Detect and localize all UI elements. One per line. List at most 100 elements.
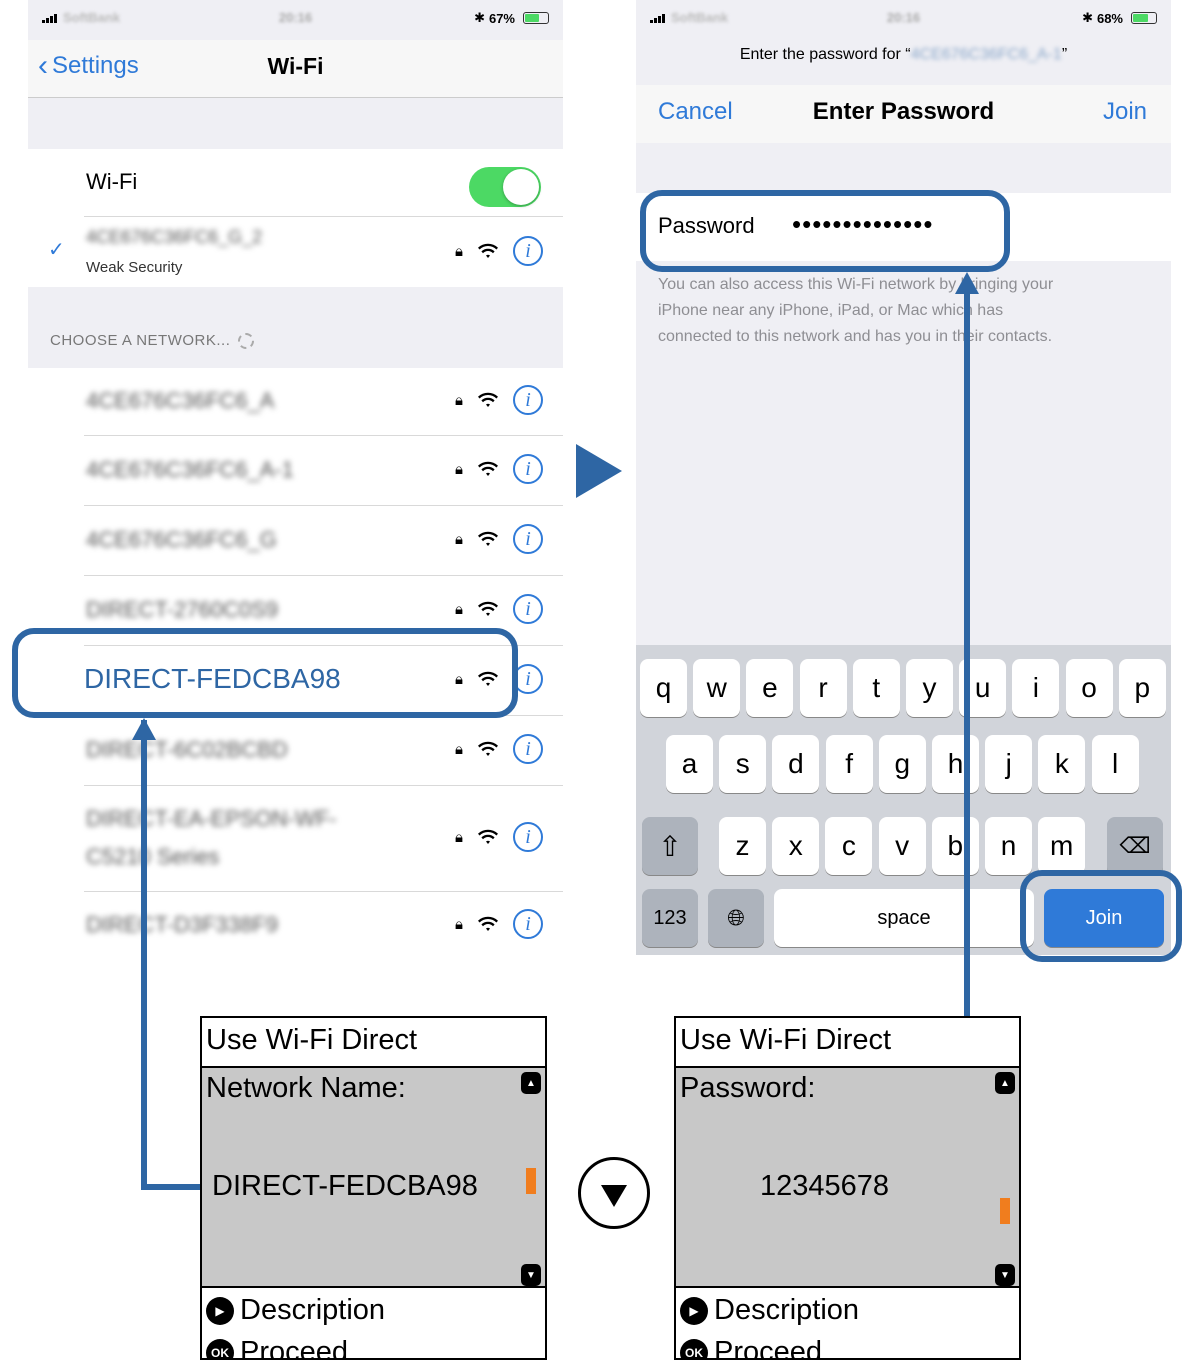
info-icon[interactable]: i <box>513 524 543 554</box>
lock-icon: 🔒︎ <box>455 828 463 846</box>
lock-icon: 🔒︎ <box>455 391 463 409</box>
key-f[interactable]: f <box>825 735 873 793</box>
key-i[interactable]: i <box>1012 659 1060 717</box>
info-icon[interactable]: i <box>513 236 543 266</box>
wifi-signal-icon <box>478 461 498 476</box>
key-s[interactable]: s <box>719 735 767 793</box>
lock-icon: 🔒︎ <box>455 460 463 478</box>
key-k[interactable]: k <box>1038 735 1086 793</box>
network-row-icons: 🔒︎ i <box>455 822 543 852</box>
wifi-signal-icon <box>478 243 498 258</box>
wifi-signal-icon <box>478 531 498 546</box>
key-h[interactable]: h <box>932 735 979 793</box>
key-o[interactable]: o <box>1065 659 1113 717</box>
section-header-text: CHOOSE A NETWORK... <box>50 332 231 349</box>
next-arrow-icon <box>576 444 622 498</box>
status-time: 20:16 <box>886 10 921 25</box>
wifi-signal-icon <box>478 829 498 844</box>
key-n[interactable]: n <box>985 817 1032 875</box>
wifi-toggle-row: Wi-Fi <box>28 149 563 217</box>
key-q[interactable]: q <box>640 659 687 717</box>
key-t[interactable]: t <box>852 659 900 717</box>
key-g[interactable]: g <box>878 735 926 793</box>
network-name: DIRECT-EA-EPSON-WF-C5210 Series <box>86 806 337 869</box>
network-row[interactable]: DIRECT-EA-EPSON-WF-C5210 Series 🔒︎ i <box>28 786 563 892</box>
page-title: Wi-Fi <box>267 53 324 79</box>
help-line: connected to this network and has you in… <box>658 328 1053 345</box>
key-v[interactable]: v <box>878 817 926 875</box>
key-w[interactable]: w <box>693 659 741 717</box>
battery-percent: 68% <box>1096 10 1123 26</box>
key-c[interactable]: c <box>825 817 873 875</box>
space-key[interactable]: space <box>774 889 1034 947</box>
network-row[interactable]: 4CE676C36FC6_A-1 🔒︎ i <box>28 436 563 506</box>
shift-key[interactable]: ⇧ <box>642 817 698 875</box>
lock-icon: 🔒︎ <box>455 740 463 758</box>
key-l[interactable]: l <box>1091 735 1139 793</box>
key-x[interactable]: x <box>772 817 820 875</box>
arrow-up-icon <box>955 272 979 294</box>
info-icon[interactable]: i <box>513 594 543 624</box>
network-row[interactable]: 4CE676C36FC6_G 🔒︎ i <box>28 506 563 576</box>
wifi-section: Wi-Fi ✓ 4CE676C36FC6_G_2 Weak Security 🔒… <box>28 149 563 287</box>
key-d[interactable]: d <box>772 735 820 793</box>
lcd-body: Password: 12345678 ▲ ▼ <box>676 1066 1019 1288</box>
scrollbar[interactable]: ▲ ▼ <box>521 1072 541 1286</box>
key-m[interactable]: m <box>1038 817 1086 875</box>
battery-percent: 67% <box>488 10 515 26</box>
backspace-key[interactable]: ⌫ <box>1107 817 1163 875</box>
key-p[interactable]: p <box>1118 659 1166 717</box>
key-a[interactable]: a <box>666 735 713 793</box>
battery-icon <box>1131 12 1157 24</box>
lcd-title: Use Wi-Fi Direct <box>206 1024 418 1056</box>
network-row-icons: 🔒︎ i <box>455 734 543 764</box>
globe-icon[interactable]: 🌐︎ <box>708 889 764 947</box>
key-e[interactable]: e <box>746 659 794 717</box>
password-prompt: Enter the password for “4CE676C36FC6_A-1… <box>636 46 1171 64</box>
numbers-key[interactable]: 123 <box>642 889 698 947</box>
lock-icon: 🔒︎ <box>455 600 463 618</box>
network-row-icons: 🔒︎ i <box>455 594 543 624</box>
wifi-toggle[interactable] <box>469 167 541 207</box>
info-icon[interactable]: i <box>513 385 543 415</box>
key-j[interactable]: j <box>985 735 1033 793</box>
nav-bar: Cancel Enter Password Join <box>636 85 1171 143</box>
play-button-icon: ▶ <box>680 1296 708 1325</box>
network-name-value: DIRECT-FEDCBA98 <box>212 1170 478 1202</box>
proceed-option: OK Proceed <box>206 1336 348 1360</box>
down-button-icon <box>578 1157 650 1229</box>
scroll-thumb <box>1000 1198 1010 1224</box>
network-name: DIRECT-D3F338F9 <box>86 912 278 937</box>
wifi-signal-icon <box>478 392 498 407</box>
network-row[interactable]: DIRECT-6C02BCBD 🔒︎ i <box>28 716 563 786</box>
wifi-label: Wi-Fi <box>86 169 138 194</box>
key-r[interactable]: r <box>799 659 847 717</box>
key-z[interactable]: z <box>719 817 766 875</box>
info-icon[interactable]: i <box>513 734 543 764</box>
ok-button-icon: OK <box>206 1338 234 1360</box>
key-y[interactable]: y <box>906 659 953 717</box>
lock-icon: 🔒︎ <box>455 530 463 548</box>
prompt-suffix: ” <box>1061 46 1068 63</box>
status-bar: SoftBank 20:16 ✱ 68% <box>636 0 1171 40</box>
printer-screen-password: Use Wi-Fi Direct Password: 12345678 ▲ ▼ … <box>674 1016 1021 1360</box>
connected-network-row[interactable]: ✓ 4CE676C36FC6_G_2 Weak Security 🔒︎ i <box>28 219 563 287</box>
proceed-label: Proceed <box>240 1336 349 1360</box>
info-icon[interactable]: i <box>513 822 543 852</box>
join-button[interactable]: Join <box>1103 98 1147 126</box>
lock-icon: 🔒︎ <box>455 242 463 260</box>
info-icon[interactable]: i <box>513 909 543 939</box>
wifi-settings-screen: SoftBank 20:16 ✱ 67% ‹ Settings Wi-Fi Wi… <box>28 0 563 960</box>
key-b[interactable]: b <box>931 817 979 875</box>
info-icon[interactable]: i <box>513 454 543 484</box>
carrier-name: SoftBank <box>63 10 121 25</box>
prompt-prefix: Enter the password for “ <box>739 46 911 63</box>
description-option: ▶ Description <box>206 1294 385 1327</box>
password-value: 12345678 <box>760 1170 890 1202</box>
network-row[interactable]: DIRECT-D3F338F9 🔒︎ i <box>28 892 563 960</box>
battery-icon <box>523 12 549 24</box>
arrow-up-icon <box>132 718 156 740</box>
network-row[interactable]: 4CE676C36FC6_A 🔒︎ i <box>28 368 563 436</box>
help-line: iPhone near any iPhone, iPad, or Mac whi… <box>658 302 1004 319</box>
scrollbar[interactable]: ▲ ▼ <box>995 1072 1015 1286</box>
